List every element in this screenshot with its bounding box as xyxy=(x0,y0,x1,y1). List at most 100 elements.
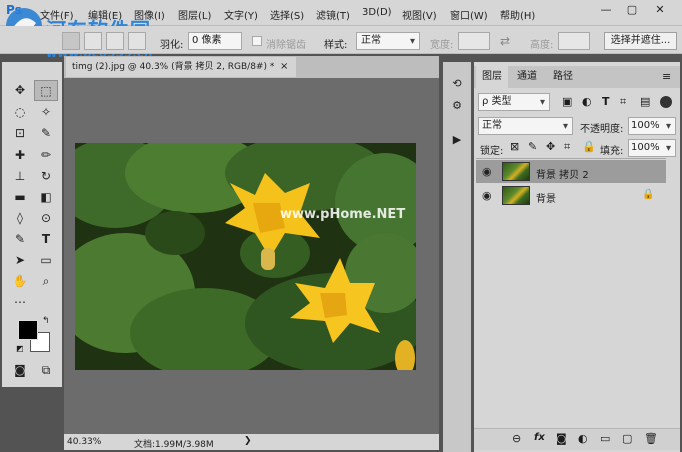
document-tab[interactable]: timg (2).jpg @ 40.3% (背景 拷贝 2, RGB/8#) * xyxy=(66,57,296,77)
move-tool-icon[interactable]: ✥ xyxy=(8,80,32,101)
link-layers-icon[interactable]: ⊖ xyxy=(512,432,521,445)
brush-tool-icon[interactable]: ✏ xyxy=(34,145,58,166)
menu-select[interactable]: 选择(S) xyxy=(270,7,304,22)
menu-3d[interactable]: 3D(D) xyxy=(362,7,392,18)
layer-style-fx-icon[interactable]: fx xyxy=(534,432,545,443)
lasso-tool-icon[interactable]: ◌ xyxy=(8,102,32,123)
crop-tool-icon[interactable]: ⊡ xyxy=(8,123,32,144)
properties-panel-icon[interactable]: ⚙ xyxy=(447,96,467,116)
more-tools-icon[interactable]: ⋯ xyxy=(8,292,32,313)
layer-name[interactable]: 背景 xyxy=(536,190,556,205)
type-tool-icon[interactable]: T xyxy=(34,229,58,250)
subtract-selection-icon[interactable] xyxy=(106,32,124,50)
width-input[interactable] xyxy=(458,32,490,50)
layer-visibility-eye-icon[interactable]: ◉ xyxy=(482,189,492,202)
panel-menu-icon[interactable]: ≡ xyxy=(662,70,671,83)
pen-tool-icon[interactable]: ✎ xyxy=(8,229,32,250)
history-panel-icon[interactable]: ⟲ xyxy=(447,74,467,94)
intersect-selection-icon[interactable] xyxy=(128,32,146,50)
menu-window[interactable]: 窗口(W) xyxy=(450,7,488,22)
select-and-mask-button[interactable]: 选择并遮住... xyxy=(604,32,677,50)
healing-brush-tool-icon[interactable]: ✚ xyxy=(8,145,32,166)
opacity-label: 不透明度: xyxy=(580,124,624,135)
antialias-checkbox[interactable] xyxy=(252,36,262,46)
add-selection-icon[interactable] xyxy=(84,32,102,50)
lock-all-icon[interactable]: 🔒 xyxy=(582,140,596,153)
filter-shape-icon[interactable]: ⌗ xyxy=(620,95,626,109)
watermark-center: www.pHome.NET xyxy=(280,207,406,222)
style-label: 样式: xyxy=(324,40,348,51)
tab-paths[interactable]: 路径 xyxy=(546,66,580,88)
swap-icon[interactable]: ⇄ xyxy=(500,34,510,48)
eraser-tool-icon[interactable]: ▬ xyxy=(8,187,32,208)
new-group-icon[interactable]: ▭ xyxy=(600,432,610,445)
height-label: 高度: xyxy=(530,40,554,51)
status-menu-arrow-icon[interactable]: ❯ xyxy=(244,436,252,446)
lock-label: 锁定: xyxy=(480,146,504,157)
path-selection-tool-icon[interactable]: ➤ xyxy=(8,250,32,271)
menu-help[interactable]: 帮助(H) xyxy=(500,7,535,22)
tab-channels[interactable]: 通道 xyxy=(510,66,544,88)
quick-mask-icon[interactable]: ◙ xyxy=(8,360,32,381)
hand-tool-icon[interactable]: ✋ xyxy=(8,271,32,292)
eyedropper-tool-icon[interactable]: ✎ xyxy=(34,123,58,144)
close-window-button[interactable]: ✕ xyxy=(648,2,672,18)
layer-thumbnail xyxy=(502,186,530,205)
adjustment-layer-icon[interactable]: ◐ xyxy=(578,432,588,445)
filter-adjustment-icon[interactable]: ◐ xyxy=(582,95,592,108)
filter-smart-object-icon[interactable]: ▤ xyxy=(640,95,650,108)
menu-layer[interactable]: 图层(L) xyxy=(178,7,211,22)
add-mask-icon[interactable]: ◙ xyxy=(556,432,567,445)
gradient-tool-icon[interactable]: ◧ xyxy=(34,187,58,208)
layer-kind-filter[interactable]: ρ 类型 xyxy=(478,93,550,111)
magic-wand-tool-icon[interactable]: ✧ xyxy=(34,102,58,123)
screen-mode-icon[interactable]: ⧉ xyxy=(34,360,58,381)
lock-artboard-icon[interactable]: ⌗ xyxy=(564,140,570,154)
zoom-level[interactable]: 40.33% xyxy=(67,437,101,447)
lock-position-icon[interactable]: ✥ xyxy=(546,140,555,153)
filter-toggle-icon[interactable] xyxy=(660,96,672,108)
clone-stamp-tool-icon[interactable]: ⊥ xyxy=(8,166,32,187)
tab-layers[interactable]: 图层 xyxy=(476,66,508,88)
dodge-tool-icon[interactable]: ⊙ xyxy=(34,208,58,229)
actions-play-icon[interactable]: ▶ xyxy=(447,130,467,150)
layer-lock-icon: 🔒 xyxy=(642,189,655,200)
zoom-tool-icon[interactable]: ⌕ xyxy=(34,271,58,292)
close-document-icon[interactable]: × xyxy=(280,57,292,77)
document-image[interactable] xyxy=(75,143,416,370)
fill-label: 填充: xyxy=(600,146,624,157)
height-input[interactable] xyxy=(558,32,590,50)
antialias-label: 消除锯齿 xyxy=(266,40,306,51)
layer-name[interactable]: 背景 拷贝 2 xyxy=(536,166,589,181)
swap-colors-icon[interactable]: ↰ xyxy=(42,316,50,326)
collapsed-panel-column xyxy=(443,62,471,452)
layer-visibility-eye-icon[interactable]: ◉ xyxy=(482,165,492,178)
menu-type[interactable]: 文字(Y) xyxy=(224,7,258,22)
rectangle-tool-icon[interactable]: ▭ xyxy=(34,250,58,271)
opacity-input[interactable]: 100% xyxy=(628,117,676,135)
feather-input[interactable]: 0 像素 xyxy=(188,32,242,50)
lock-transparency-icon[interactable]: ⊠ xyxy=(510,140,519,153)
default-colors-icon[interactable]: ◩ xyxy=(16,344,24,353)
history-brush-tool-icon[interactable]: ↻ xyxy=(34,166,58,187)
blend-mode-select[interactable]: 正常 xyxy=(478,117,573,135)
blur-tool-icon[interactable]: ◊ xyxy=(8,208,32,229)
squash-flower-photo xyxy=(75,143,416,370)
delete-layer-icon[interactable]: 🗑 xyxy=(644,432,658,445)
new-layer-icon[interactable]: ▢ xyxy=(622,432,632,445)
fill-input[interactable]: 100% xyxy=(628,139,676,157)
document-info: 文档:1.99M/3.98M xyxy=(134,440,214,450)
menu-view[interactable]: 视图(V) xyxy=(402,7,437,22)
foreground-color-swatch[interactable] xyxy=(18,320,38,340)
feather-label: 羽化: xyxy=(160,40,184,51)
lock-image-icon[interactable]: ✎ xyxy=(528,140,537,153)
style-select[interactable]: 正常 xyxy=(356,32,420,50)
minimize-button[interactable]: — xyxy=(594,2,618,18)
new-selection-icon[interactable] xyxy=(62,32,80,50)
width-label: 宽度: xyxy=(430,40,454,51)
restore-button[interactable]: ▢ xyxy=(620,2,644,18)
filter-type-icon[interactable]: T xyxy=(602,95,610,108)
menu-filter[interactable]: 滤镜(T) xyxy=(316,7,350,22)
filter-pixel-icon[interactable]: ▣ xyxy=(562,95,572,108)
marquee-tool-icon[interactable]: ⬚ xyxy=(34,80,58,101)
